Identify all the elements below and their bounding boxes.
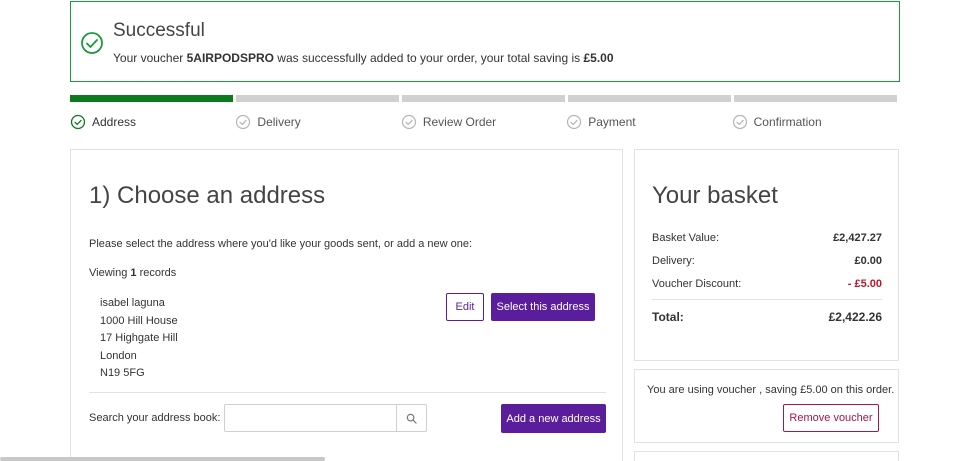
horizontal-scrollbar[interactable] [0, 457, 325, 461]
check-circle-icon [81, 32, 103, 54]
progress-segment-payment [568, 95, 731, 102]
check-circle-icon [236, 114, 251, 130]
add-address-button[interactable]: Add a new address [501, 404, 606, 433]
address-search [224, 404, 427, 432]
divider [89, 392, 606, 393]
row-label: Delivery: [652, 255, 695, 267]
step-delivery: Delivery [235, 114, 400, 130]
remove-voucher-button[interactable]: Remove voucher [783, 404, 879, 432]
progress-segment-review [402, 95, 565, 102]
alert-msg-prefix: Your voucher [113, 51, 187, 65]
extra-panel [634, 451, 899, 461]
check-circle-icon [567, 114, 582, 130]
step-label: Address [92, 115, 137, 129]
step-review-order: Review Order [401, 114, 566, 130]
check-circle-icon [732, 114, 747, 130]
voucher-discount-row: Voucher Discount: - £5.00 [652, 278, 882, 290]
step-payment: Payment [566, 114, 731, 130]
row-label: Basket Value: [652, 232, 720, 244]
search-icon [406, 413, 417, 424]
step-label: Review Order [422, 115, 497, 129]
address-line: 1000 Hill House [100, 314, 178, 327]
basket-panel: Your basket Basket Value: £2,427.27 Deli… [634, 149, 899, 361]
checkout-progress-bar [70, 95, 897, 102]
progress-segment-address [70, 95, 233, 102]
step-confirmation: Confirmation [732, 114, 897, 130]
voucher-panel: You are using voucher , saving £5.00 on … [634, 369, 899, 443]
search-button[interactable] [396, 405, 426, 431]
viewing-prefix: Viewing [89, 267, 131, 279]
records-count: Viewing 1 records [89, 267, 176, 279]
progress-segment-delivery [236, 95, 399, 102]
step-address: Address [70, 114, 235, 130]
total-value: £2,422.26 [828, 310, 882, 324]
address-search-input[interactable] [225, 405, 396, 431]
basket-value-row: Basket Value: £2,427.27 [652, 232, 882, 244]
total-label: Total: [652, 310, 684, 324]
address-postcode: N19 5FG [100, 367, 145, 379]
alert-saving: £5.00 [583, 51, 614, 65]
voucher-message: You are using voucher , saving £5.00 on … [647, 384, 895, 396]
row-label: Voucher Discount: [652, 278, 742, 290]
alert-msg-middle: was successfully added to your order, yo… [273, 51, 584, 65]
address-name: isabel laguna [100, 297, 165, 309]
address-panel: 1) Choose an address Please select the a… [70, 149, 623, 461]
edit-address-button[interactable]: Edit [446, 293, 484, 321]
checkout-steps: Address Delivery Review Order Payment Co… [70, 114, 897, 130]
step-label: Payment [588, 115, 636, 129]
alert-message: Your voucher 5AIRPODSPRO was successfull… [113, 51, 614, 65]
step-label: Delivery [257, 115, 301, 129]
address-card: isabel laguna 1000 Hill House 17 Highgat… [100, 295, 178, 383]
divider [652, 299, 882, 300]
progress-segment-confirmation [734, 95, 897, 102]
row-value: £2,427.27 [833, 232, 882, 244]
viewing-suffix: records [136, 267, 177, 279]
row-value: £0.00 [854, 255, 882, 267]
check-circle-icon [401, 114, 416, 130]
search-label: Search your address book: [89, 412, 221, 424]
total-row: Total: £2,422.26 [652, 310, 882, 324]
row-value: - £5.00 [847, 278, 882, 290]
step-label: Confirmation [753, 115, 822, 129]
delivery-row: Delivery: £0.00 [652, 255, 882, 267]
check-circle-icon [70, 114, 86, 130]
address-section-title: 1) Choose an address [89, 182, 326, 209]
address-city: London [100, 349, 137, 362]
address-line: 17 Highgate Hill [100, 332, 178, 344]
alert-title: Successful [113, 20, 205, 41]
select-address-button[interactable]: Select this address [491, 293, 595, 321]
success-alert: Successful Your voucher 5AIRPODSPRO was … [70, 1, 900, 82]
voucher-code: 5AIRPODSPRO [186, 51, 274, 65]
address-instructions: Please select the address where you'd li… [89, 238, 473, 250]
basket-title: Your basket [652, 182, 778, 209]
